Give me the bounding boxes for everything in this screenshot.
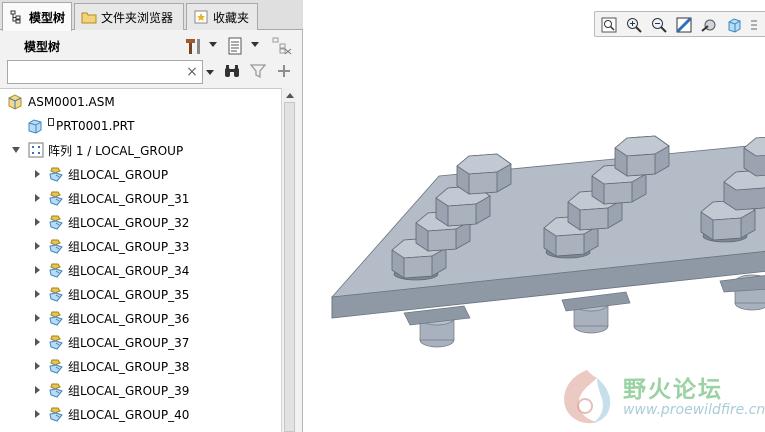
scroll-thumb[interactable]: [284, 102, 295, 432]
watermark: 野火论坛 www.proewildfire.cn: [557, 364, 765, 432]
tree-item-label: 阵列 1 / LOCAL_GROUP: [48, 143, 184, 158]
group-icon: [48, 334, 64, 350]
tree-item-label: 组LOCAL_GROUP: [68, 167, 169, 182]
expand-arrow-icon[interactable]: [35, 314, 40, 322]
group-icon: [48, 382, 64, 398]
tree-item-part[interactable]: PRT0001.PRT: [0, 114, 281, 138]
expand-arrow-icon[interactable]: [35, 170, 40, 178]
tree-item-label: 组LOCAL_GROUP_32: [68, 215, 190, 230]
group-icon: [48, 406, 64, 422]
flame-logo-icon: [564, 370, 611, 424]
tree-item-group[interactable]: 组LOCAL_GROUP_36: [0, 306, 281, 330]
expand-arrow-icon[interactable]: [35, 290, 40, 298]
group-icon: [48, 358, 64, 374]
zoom-out-icon[interactable]: [649, 15, 669, 35]
navigator-panel: 模型树 文件夹浏览器 收藏夹 模型树 × ASM0001.ASM PRT0001…: [0, 0, 303, 432]
tree-item-group[interactable]: 组LOCAL_GROUP_37: [0, 330, 281, 354]
tools-dropdown-icon[interactable]: [209, 42, 217, 47]
tree-item-group[interactable]: 组LOCAL_GROUP_35: [0, 282, 281, 306]
tab-folder-browser[interactable]: 文件夹浏览器: [74, 3, 184, 30]
tree-item-group[interactable]: 组LOCAL_GROUP_38: [0, 354, 281, 378]
zoom-in-icon[interactable]: [624, 15, 644, 35]
search-options-dropdown-icon[interactable]: [206, 70, 214, 75]
tree-item-label: 组LOCAL_GROUP_37: [68, 335, 190, 350]
tree-item-label: 组LOCAL_GROUP_34: [68, 263, 190, 278]
tree-item-pattern[interactable]: 阵列 1 / LOCAL_GROUP: [0, 138, 281, 162]
tree-item-label: PRT0001.PRT: [56, 119, 135, 133]
tree-item-group[interactable]: 组LOCAL_GROUP_32: [0, 210, 281, 234]
settings-dropdown-icon[interactable]: [251, 42, 259, 47]
tree-item-label: 组LOCAL_GROUP_33: [68, 239, 190, 254]
expand-arrow-icon[interactable]: [35, 218, 40, 226]
group-icon: [48, 286, 64, 302]
tools-icon[interactable]: [182, 36, 204, 56]
tree-item-group[interactable]: 组LOCAL_GROUP_34: [0, 258, 281, 282]
tree-item-label: 组LOCAL_GROUP_38: [68, 359, 190, 374]
refit-icon[interactable]: [599, 15, 619, 35]
scroll-up-icon[interactable]: [282, 88, 297, 102]
expand-arrow-icon[interactable]: [35, 386, 40, 394]
search-input[interactable]: [7, 60, 203, 84]
tree-item-root[interactable]: ASM0001.ASM: [0, 90, 281, 114]
placement-marker-icon: [48, 115, 56, 126]
tab-label: 文件夹浏览器: [101, 10, 174, 25]
clear-search-icon[interactable]: ×: [184, 63, 200, 81]
favorites-icon: [193, 9, 209, 25]
model-tree-icon: [9, 9, 25, 25]
expand-arrow-icon[interactable]: [35, 266, 40, 274]
group-icon: [48, 238, 64, 254]
tree-item-label: 组LOCAL_GROUP_36: [68, 311, 190, 326]
tab-label: 模型树: [28, 10, 65, 25]
tree-item-group[interactable]: 组LOCAL_GROUP_40: [0, 402, 281, 426]
graphics-window[interactable]: 野火论坛 www.proewildfire.cn: [304, 0, 765, 432]
expand-arrow-icon[interactable]: [35, 194, 40, 202]
saved-views-icon[interactable]: [724, 15, 744, 35]
part-icon: [27, 118, 43, 134]
tree-item-label: 组LOCAL_GROUP_39: [68, 383, 190, 398]
app-window: 模型树 文件夹浏览器 收藏夹 模型树 × ASM0001.ASM PRT0001…: [0, 0, 765, 432]
add-icon[interactable]: [273, 61, 295, 81]
view-toolbar-more-icon[interactable]: [747, 15, 761, 35]
tree-item-group[interactable]: 组LOCAL_GROUP_31: [0, 186, 281, 210]
expand-arrow-icon[interactable]: [35, 242, 40, 250]
tree-item-group[interactable]: 组LOCAL_GROUP: [0, 162, 281, 186]
watermark-title: 野火论坛: [623, 377, 723, 403]
group-icon: [48, 166, 64, 182]
panel-title: 模型树: [24, 40, 61, 54]
expand-arrow-icon[interactable]: [35, 410, 40, 418]
group-icon: [48, 190, 64, 206]
group-icon: [48, 310, 64, 326]
pattern-icon: [28, 142, 44, 158]
folder-browser-icon: [81, 9, 97, 25]
tree-scrollbar[interactable]: [281, 88, 296, 432]
repaint-icon[interactable]: [674, 15, 694, 35]
collapse-arrow-icon[interactable]: [12, 147, 20, 153]
tree-item-label: 组LOCAL_GROUP_31: [68, 191, 190, 206]
tree-item-label: ASM0001.ASM: [28, 95, 115, 109]
display-style-icon[interactable]: [699, 15, 719, 35]
view-toolbar: [594, 11, 765, 37]
assembly-icon: [7, 94, 23, 110]
tree-item-label: 组LOCAL_GROUP_35: [68, 287, 190, 302]
navigator-tabs: 模型树 文件夹浏览器 收藏夹: [0, 0, 303, 31]
expand-arrow-icon[interactable]: [35, 362, 40, 370]
tab-model-tree[interactable]: 模型树: [2, 2, 72, 31]
tree-item-group[interactable]: 组LOCAL_GROUP_39: [0, 378, 281, 402]
watermark-url: www.proewildfire.cn: [623, 402, 765, 418]
tree-item-label: 组LOCAL_GROUP_40: [68, 407, 190, 422]
model-tree: ASM0001.ASM PRT0001.PRT 阵列 1 / LOCAL_GRO…: [0, 88, 281, 432]
tree-item-group[interactable]: 组LOCAL_GROUP_33: [0, 234, 281, 258]
tab-label: 收藏夹: [213, 10, 250, 25]
settings-list-icon[interactable]: [224, 36, 246, 56]
expand-arrow-icon[interactable]: [35, 338, 40, 346]
tab-favorites[interactable]: 收藏夹: [186, 3, 258, 30]
binoculars-icon[interactable]: [221, 61, 243, 81]
filter-columns-icon[interactable]: [271, 36, 293, 56]
group-icon: [48, 214, 64, 230]
group-icon: [48, 262, 64, 278]
filter-icon[interactable]: [247, 61, 269, 81]
